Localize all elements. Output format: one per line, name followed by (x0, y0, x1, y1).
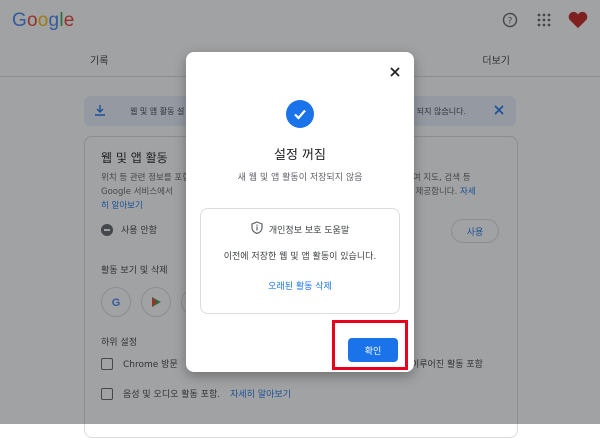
privacy-tip-title: 개인정보 보호 도움말 (268, 225, 350, 236)
activity-controls-page: Google ? 기록 더보기 웹 및 앱 활동 설 되지 않습니다. 웹 및 … (0, 0, 600, 438)
dialog-subtitle: 새 웹 및 앱 활동이 저장되지 않음 (237, 173, 363, 183)
privacy-tip-body: 이전에 저장한 웹 및 앱 활동이 있습니다. (223, 252, 377, 262)
check-circle-icon (286, 100, 314, 128)
close-icon[interactable] (388, 64, 402, 78)
highlight-box (332, 320, 408, 370)
delete-old-activity-link[interactable]: 오래된 활동 삭제 (201, 279, 399, 292)
privacy-tip-box: 개인정보 보호 도움말 이전에 저장한 웹 및 앱 활동이 있습니다. 오래된 … (200, 208, 400, 314)
dialog-title: 설정 꺼짐 (274, 148, 326, 163)
privacy-tip-header: 개인정보 보호 도움말 (201, 221, 399, 237)
shield-info-icon (251, 221, 263, 237)
